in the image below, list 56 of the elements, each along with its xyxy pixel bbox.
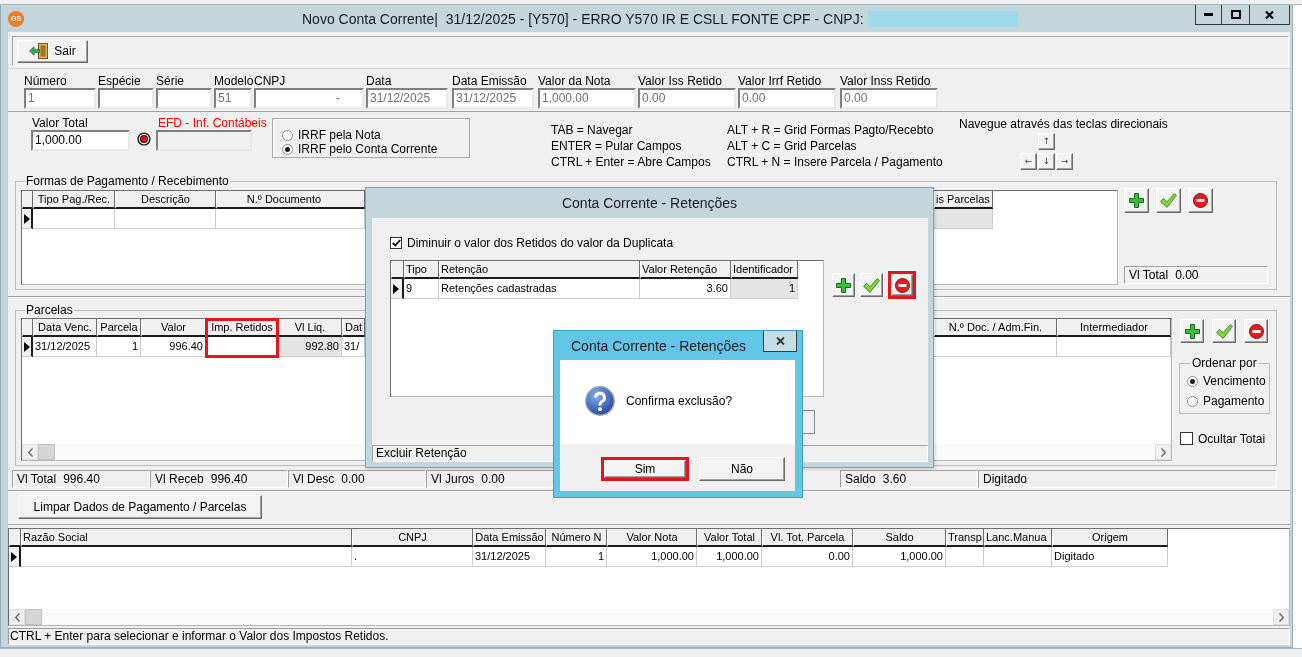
shortcut-hint: ENTER = Pular Campos [551, 138, 683, 154]
field-label: Data Emissão [452, 74, 528, 88]
total-value: 0.00 [481, 472, 505, 486]
table-cell: . [352, 547, 473, 567]
table-cell: 1 [97, 337, 141, 357]
shortcut-hint: ALT + C = Grid Parcelas [727, 138, 858, 154]
total-label: Vl Juros [431, 472, 475, 486]
table-cell: 1,000.00 [853, 547, 946, 567]
total-value: Digitado [983, 472, 1028, 486]
field-label: Valor Total [31, 116, 89, 130]
dialog-message: Confirma exclusão? [626, 393, 733, 410]
total-value: 3.60 [882, 472, 907, 486]
table-cell: 0.00 [762, 547, 853, 567]
total-label: Saldo [845, 472, 876, 486]
shortcut-hint: TAB = Navegar [551, 122, 634, 138]
total-value: 0.00 [1175, 268, 1199, 282]
table-cell: 1,000.00 [607, 547, 697, 567]
dialog-title: Conta Corrente - Retenções [561, 195, 738, 211]
field-label: Data [366, 74, 393, 88]
table-cell: Retenções cadastradas [439, 279, 640, 299]
field-label: Espécie [98, 74, 142, 88]
group-title: Ordenar por [1191, 357, 1258, 370]
table-cell: 31/12/2025 [473, 547, 546, 567]
table-cell: 1,000.00 [697, 547, 762, 567]
table-cell: 996.40 [141, 337, 206, 357]
field-label: Número [24, 74, 68, 88]
shortcut-hint: CTRL + N = Insere Parcela / Pagamento [727, 154, 944, 170]
table-cell: 992.80 [278, 337, 342, 357]
field-label: CNPJ [254, 74, 287, 88]
field-label: Valor da Nota [538, 74, 612, 88]
table-cell: 1 [546, 547, 607, 567]
group-title: Formas de Pagamento / Recebimento [25, 175, 230, 188]
field-label: Valor Inss Retido [840, 74, 932, 88]
group-title: Parcelas [25, 304, 74, 317]
total-label: Vl Receb [155, 472, 204, 486]
shortcut-hint: ALT + R = Grid Formas Pagto/Recebto [727, 122, 935, 138]
field-label: Valor Iss Retido [638, 74, 723, 88]
total-label: Vl Total [17, 472, 57, 486]
total-value: 0.00 [341, 472, 365, 486]
total-label: Vl Total [1129, 268, 1169, 282]
table-cell: 9 [404, 279, 439, 299]
dialog-title: Conta Corrente - Retenções [571, 338, 747, 355]
field-label: Modelo [214, 74, 254, 88]
field-label: Série [156, 74, 185, 88]
total-value: 996.40 [210, 472, 248, 486]
table-cell: 1 [731, 279, 798, 299]
status-bar: CTRL + Enter para selecionar e informar o Valor dos Impostos Retidos. [8, 628, 1290, 645]
navigation-hint: Navegue através das teclas direcionais [959, 116, 1168, 132]
shortcut-hint: CTRL + Enter = Abre Campos [551, 154, 712, 170]
total-label: Vl Desc [293, 472, 335, 486]
table-cell: Digitado [1052, 547, 1168, 567]
field-label: Valor Irrf Retido [738, 74, 823, 88]
window-title: Novo Conta Corrente| 31/12/2025 - [Y570] - ERRO Y570 IR E CSLL FONTE CPF - CNPJ: [302, 9, 864, 28]
field-label: EFD - Inf. Contábeis [157, 116, 268, 130]
total-value: 996.40 [63, 472, 100, 486]
table-cell: 31/12/2025 [33, 337, 97, 357]
